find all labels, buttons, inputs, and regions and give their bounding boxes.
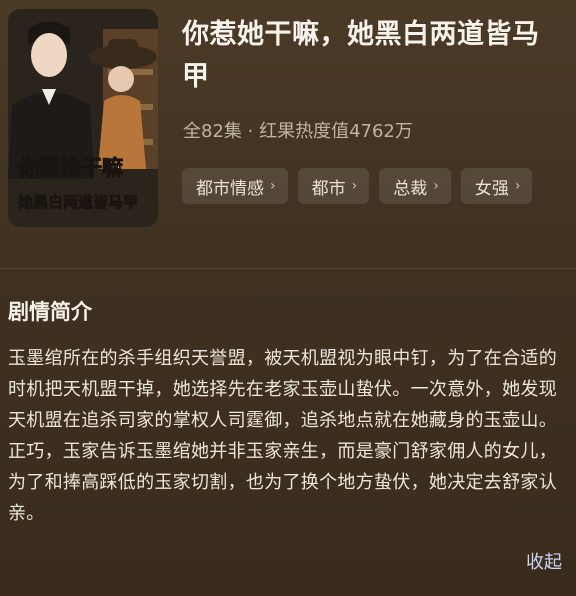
poster-title-line1: 你惹她干嘛 (17, 156, 123, 180)
tag-label: 女强 (474, 178, 509, 199)
poster-title-line2: 她黑白两道皆马甲 (18, 193, 138, 211)
drama-title: 你惹她干嘛，她黑白两道皆马甲 (182, 19, 540, 92)
tag-urban[interactable]: 都市 › (297, 168, 370, 204)
drama-header: 你惹她干嘛 她黑白两道皆马甲 你惹她干嘛，她黑白两道皆马甲 全82集 · 红果热… (0, 0, 576, 250)
tag-label: 都市 (311, 178, 346, 199)
tag-list: 都市情感 › 都市 › 总裁 › 女强 › (182, 168, 533, 204)
chevron-right-icon: › (351, 178, 358, 194)
synopsis-heading: 剧情简介 (8, 300, 92, 324)
tag-label: 总裁 (393, 178, 428, 199)
tag-urban-romance[interactable]: 都市情感 › (182, 168, 288, 204)
drama-meta: 全82集 · 红果热度值4762万 (183, 121, 413, 142)
chevron-right-icon: › (270, 178, 276, 194)
synopsis-text: 玉墨绾所在的杀手组织天誉盟，被天机盟视为眼中钉，为了在合适的时机把天机盟干掉，她… (8, 348, 557, 524)
section-divider (0, 268, 576, 269)
chevron-right-icon: › (514, 178, 521, 194)
tag-label: 都市情感 (196, 178, 264, 199)
chevron-right-icon: › (433, 178, 439, 194)
tag-strong-female[interactable]: 女强 › (460, 168, 533, 204)
tag-ceo[interactable]: 总裁 › (379, 168, 451, 204)
drama-poster[interactable]: 你惹她干嘛 她黑白两道皆马甲 (8, 9, 158, 227)
poster-artwork: 你惹她干嘛 她黑白两道皆马甲 (8, 9, 158, 227)
collapse-button[interactable]: 收起 (526, 548, 562, 574)
